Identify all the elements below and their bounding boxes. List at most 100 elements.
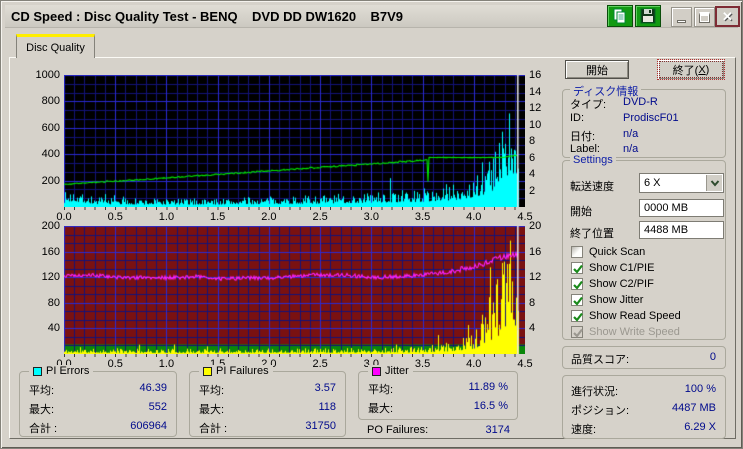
checked-checkbox-icon — [571, 294, 583, 306]
maximize-icon — [699, 11, 710, 23]
pi-errors-legend-swatch — [33, 366, 42, 376]
quality-score-group: 品質スコア: 0 — [562, 346, 726, 369]
axis-tick-label: 40 — [47, 322, 60, 335]
axis-tick-label: 80 — [47, 296, 60, 309]
pi-errors-stats-box: PI Errors 平均: 46.39 最大: 552 合計 : 606964 — [19, 365, 177, 437]
end-pos-input[interactable]: 4488 MB — [639, 221, 724, 239]
checked-checkbox-icon — [571, 278, 583, 290]
top-chart-x-axis: 0.0 0.5 1.0 1.5 2.0 2.5 3.0 3.5 4.0 4.5 — [56, 211, 532, 224]
end-pos-value: 4488 MB — [644, 224, 689, 236]
axis-tick-label: 800 — [41, 95, 60, 108]
copy-icon[interactable] — [607, 5, 633, 27]
start-pos-input[interactable]: 0000 MB — [639, 199, 724, 217]
speed-readout-value: 6.29 X — [684, 421, 716, 433]
disc-info-group: ディスク情報 タイプ: DVD-R ID: ProdiscF01 日付: n/a… — [562, 83, 726, 158]
unchecked-checkbox-icon — [571, 246, 583, 258]
axis-tick-label: 10 — [529, 118, 542, 131]
quality-score-value: 0 — [709, 351, 716, 363]
axis-tick-label: 0.5 — [107, 358, 123, 370]
disc-type-value: DVD-R — [623, 96, 658, 108]
pi-failures-legend-swatch — [203, 366, 212, 376]
axis-tick-label: 4.5 — [517, 358, 533, 370]
exit-button[interactable]: 終了(X) — [657, 59, 725, 80]
checkbox-label: Quick Scan — [589, 246, 646, 258]
po-failures-label: PO Failures: — [367, 424, 429, 436]
pi-errors-legend-label: PI Errors — [46, 365, 90, 377]
checked-checkbox-icon — [571, 310, 583, 322]
read-speed-pi-errors-chart: 1000 800 600 400 200 16 14 12 10 8 6 4 2 0.0 0.5 1.0 1… — [36, 69, 542, 223]
top-chart-left-axis: 1000 800 600 400 200 — [28, 69, 60, 207]
checkbox-show-read-speed[interactable]: Show Read Speed — [571, 309, 681, 323]
axis-tick-label: 4 — [529, 322, 536, 335]
checkbox-quick-scan[interactable]: Quick Scan — [571, 245, 645, 259]
maximize-button[interactable] — [694, 7, 715, 27]
jitter-legend-label: Jitter — [385, 365, 409, 377]
minimize-button[interactable] — [671, 7, 692, 27]
checked-checkbox-icon — [571, 262, 583, 274]
save-icon[interactable] — [635, 5, 661, 27]
tab-disc-quality[interactable]: Disc Quality — [16, 34, 95, 58]
disc-type-label: タイプ: — [570, 99, 607, 111]
axis-tick-label: 1.5 — [210, 211, 226, 223]
disc-date-label: 日付: — [570, 131, 596, 143]
jitter-legend-swatch — [372, 366, 381, 376]
axis-tick-label: 600 — [41, 121, 60, 134]
axis-tick-label: 4.0 — [466, 211, 482, 223]
axis-tick-label: 16 — [529, 69, 542, 81]
axis-tick-label: 4 — [529, 168, 536, 180]
pi-failures-stats-box: PI Failures 平均: 3.57 最大: 118 合計 : 31750 — [189, 365, 346, 437]
speed-value: 6 X — [644, 177, 661, 189]
axis-tick-label: 0.5 — [107, 211, 123, 223]
axis-tick-label: 3.5 — [414, 358, 431, 370]
checkbox-show-c1-pie[interactable]: Show C1/PIE — [571, 261, 654, 275]
axis-tick-label: 1000 — [35, 69, 60, 81]
axis-tick-label: 160 — [41, 245, 60, 258]
axis-tick-label: 400 — [41, 148, 60, 161]
checkbox-label: Show Write Speed — [589, 326, 680, 338]
po-failures-value: 3174 — [485, 424, 510, 436]
tab-label: Disc Quality — [26, 41, 85, 54]
close-icon: ✕ — [722, 8, 733, 24]
jitter-stats-box: Jitter 平均: 11.89 % 最大: 16.5 % — [358, 365, 518, 420]
checkbox-show-jitter[interactable]: Show Jitter — [571, 293, 643, 307]
chevron-down-icon[interactable] — [706, 175, 722, 191]
bottom-chart-plot — [64, 226, 525, 354]
pi-errors-avg: 46.39 — [139, 382, 167, 394]
speed-select[interactable]: 6 X — [639, 173, 724, 193]
axis-tick-label: 120 — [41, 271, 60, 284]
position-label: ポジション: — [571, 405, 630, 417]
axis-tick-label: 16 — [529, 245, 542, 258]
pi-errors-max: 552 — [148, 401, 167, 413]
settings-title: Settings — [570, 154, 616, 166]
axis-tick-label: 6 — [529, 151, 536, 164]
progress-label: 進行状況: — [571, 386, 619, 398]
axis-tick-label: 2 — [529, 184, 536, 197]
pi-failures-total: 31750 — [305, 420, 336, 432]
checkbox-show-write-speed: Show Write Speed — [571, 325, 680, 339]
axis-tick-label: 200 — [41, 220, 60, 232]
checked-checkbox-icon — [571, 326, 583, 338]
jitter-avg: 11.89 % — [468, 381, 508, 393]
checkbox-show-c2-pif[interactable]: Show C2/PIF — [571, 277, 654, 291]
close-button[interactable]: ✕ — [715, 6, 740, 27]
progress-group: 進行状況: 100 % ポジション: 4487 MB 速度: 6.29 X — [562, 375, 726, 439]
speed-label: 転送速度 — [570, 181, 614, 193]
disc-id-value: ProdiscF01 — [623, 112, 679, 124]
pi-errors-total: 606964 — [130, 420, 167, 432]
progress-value: 100 % — [684, 383, 716, 395]
axis-tick-label: 8 — [529, 135, 536, 147]
start-pos-value: 0000 MB — [644, 202, 689, 214]
checkbox-label: Show Read Speed — [589, 310, 681, 322]
window-title: CD Speed : Disc Quality Test - BENQ DVD … — [11, 8, 404, 24]
jitter-max: 16.5 % — [473, 400, 508, 412]
axis-tick-label: 1.0 — [158, 211, 175, 223]
disc-id-label: ID: — [570, 112, 585, 124]
checkbox-label: Show C2/PIF — [589, 278, 654, 290]
floppy-disk-icon — [640, 8, 656, 24]
tab-page: 1000 800 600 400 200 16 14 12 10 8 6 4 2 0.0 0.5 1.0 1… — [9, 57, 736, 439]
top-chart-x-ticks — [64, 207, 525, 210]
top-chart-right-axis: 16 14 12 10 8 6 4 2 — [529, 69, 555, 207]
app-window: CD Speed : Disc Quality Test - BENQ DVD … — [0, 0, 743, 449]
exit-button-label: 終了( — [672, 64, 699, 77]
start-button[interactable]: 開始 — [565, 60, 629, 79]
